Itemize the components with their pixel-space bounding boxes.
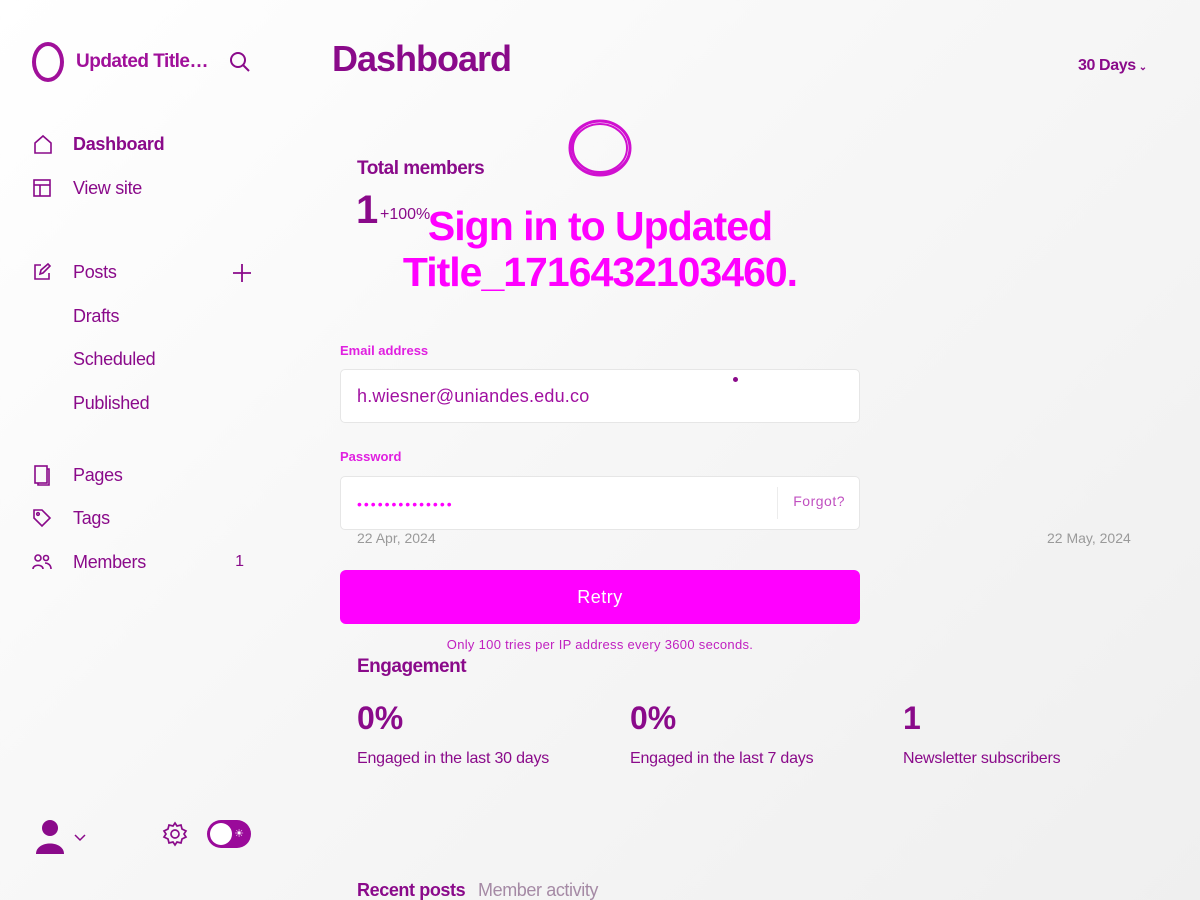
sidebar-item-label: View site (73, 177, 143, 198)
sidebar-item-tags[interactable]: Tags (32, 503, 262, 533)
members-count: 1 (235, 553, 244, 570)
stat-label-30d: Engaged in the last 30 days (357, 750, 550, 767)
sidebar: Updated Title_1716432103460 Dashboard Vi… (0, 0, 280, 900)
engagement-title: Engagement (357, 656, 467, 677)
signin-title: Sign in to Updated Title_1716432103460. (402, 203, 798, 295)
signin-logo-icon (566, 118, 634, 178)
chevron-down-icon: ⌄ (1138, 62, 1147, 73)
sidebar-item-dashboard[interactable]: Dashboard (32, 129, 262, 159)
sidebar-item-members[interactable]: Members 1 (32, 547, 262, 577)
stat-value-7d: 0% (630, 700, 677, 736)
tab-member-activity[interactable]: Member activity (478, 880, 598, 900)
chart-date-start: 22 Apr, 2024 (357, 530, 436, 546)
stat-label-7d: Engaged in the last 7 days (630, 750, 814, 767)
chart-date-end: 22 May, 2024 (1047, 530, 1131, 546)
rate-limit-message: Only 100 tries per IP address every 3600… (446, 637, 754, 652)
brand[interactable]: Updated Title_1716432103460 (32, 40, 214, 84)
user-menu[interactable] (36, 818, 86, 859)
sidebar-item-published[interactable]: Published (73, 393, 150, 414)
avatar-icon (36, 818, 64, 859)
home-icon (32, 132, 62, 156)
pages-icon (32, 463, 62, 487)
theme-toggle[interactable]: ☀ (207, 820, 251, 848)
sidebar-item-view-site[interactable]: View site (32, 173, 262, 203)
brand-logo-icon (32, 42, 64, 82)
stat-value-newsletter: 1 (903, 700, 921, 736)
sidebar-item-label: Tags (73, 507, 110, 528)
gear-icon[interactable] (162, 821, 188, 847)
view-site-icon (32, 176, 62, 200)
total-members-label: Total members (357, 158, 485, 179)
forgot-password-link[interactable]: Forgot? (777, 487, 859, 519)
posts-icon (32, 260, 62, 284)
sidebar-item-label: Pages (73, 464, 123, 485)
sidebar-item-scheduled[interactable]: Scheduled (73, 349, 156, 370)
password-field[interactable]: •••••••••••••• Forgot? (340, 476, 860, 530)
date-range-label: 30 Days (1078, 57, 1136, 74)
sidebar-item-label: Members (73, 551, 146, 572)
tags-icon (32, 506, 62, 530)
email-field[interactable]: h.wiesner@uniandes.edu.co (340, 369, 860, 423)
sidebar-item-label: Dashboard (73, 133, 165, 154)
members-icon (32, 550, 62, 574)
sun-icon: ☀ (234, 828, 244, 840)
tab-recent-posts[interactable]: Recent posts (357, 880, 466, 900)
stat-value-30d: 0% (357, 700, 404, 736)
sidebar-item-label: Posts (73, 261, 117, 282)
chevron-down-icon (74, 830, 86, 848)
sidebar-item-drafts[interactable]: Drafts (73, 306, 120, 327)
date-range-select[interactable]: 30 Days ⌄ (1078, 57, 1147, 75)
email-label: Email address (340, 343, 429, 358)
email-value: h.wiesner@uniandes.edu.co (357, 386, 590, 406)
sidebar-item-pages[interactable]: Pages (32, 460, 262, 490)
plus-icon[interactable] (231, 262, 253, 284)
sidebar-item-posts[interactable]: Posts (32, 257, 262, 287)
stat-label-newsletter: Newsletter subscribers (903, 750, 1061, 767)
password-value: •••••••••••••• (357, 496, 454, 512)
mouse-cursor (733, 377, 738, 382)
retry-button[interactable]: Retry (340, 570, 860, 624)
password-label: Password (340, 449, 402, 464)
site-title: Updated Title_1716432103460 (76, 51, 214, 72)
toggle-knob (210, 823, 232, 845)
search-icon[interactable] (228, 50, 252, 74)
page-title: Dashboard (332, 38, 512, 79)
